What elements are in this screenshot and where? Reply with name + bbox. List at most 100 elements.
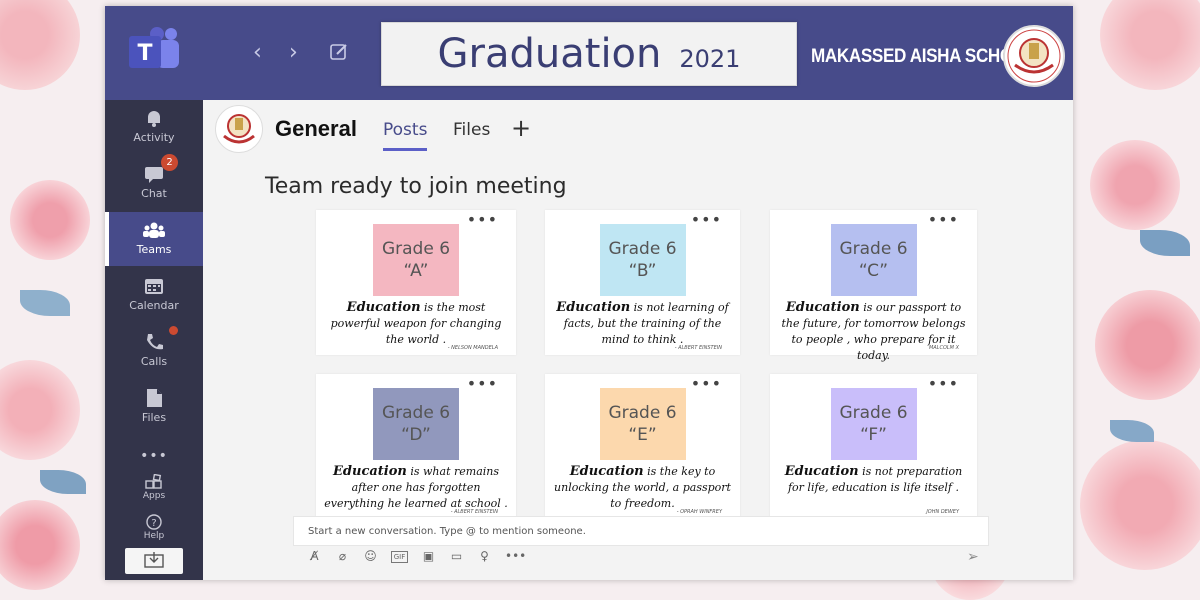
grade-card[interactable]: ••• Grade 6 “D” Education is what remains a… bbox=[316, 374, 516, 519]
card-more-icon[interactable]: ••• bbox=[691, 210, 722, 229]
add-tab-button[interactable]: + bbox=[511, 114, 531, 142]
grade-label-box: Grade 6 “D” bbox=[373, 388, 459, 460]
quote-author: - ALBERT EINSTEIN bbox=[450, 509, 498, 515]
phone-icon bbox=[147, 334, 163, 350]
grade-card[interactable]: ••• Grade 6 “F” Education is not preparatio… bbox=[770, 374, 977, 519]
title-bar: T ‹ › Graduation 2021 MAKASSED AISHA SCH… bbox=[105, 6, 1073, 100]
meeting-title: Team ready to join meeting bbox=[265, 174, 567, 199]
quote-lead: Education bbox=[785, 300, 860, 315]
grade-label-box: Grade 6 “F” bbox=[830, 388, 917, 460]
chat-badge: 2 bbox=[161, 154, 178, 171]
sidebar-item-label: Files bbox=[141, 411, 167, 424]
section-label: “B” bbox=[628, 261, 657, 281]
grade-label-box: Grade 6 “B” bbox=[599, 224, 686, 296]
sidebar-item-label: Activity bbox=[133, 131, 175, 144]
attach-icon[interactable]: ⌀ bbox=[335, 549, 350, 563]
sidebar-item-label: Teams bbox=[136, 243, 172, 256]
download-icon bbox=[144, 552, 164, 568]
app-rail: Activity 2 Chat Teams Calendar Calls Fil… bbox=[105, 100, 203, 580]
gif-icon[interactable]: GIF bbox=[391, 551, 408, 563]
praise-icon[interactable]: ♀ bbox=[477, 549, 492, 563]
compose-box[interactable]: Start a new conversation. Type @ to ment… bbox=[293, 516, 989, 546]
sidebar-item-chat[interactable]: 2 Chat bbox=[105, 154, 203, 210]
quote-author: JOHN DEWEY bbox=[926, 509, 959, 515]
quote-lead: Education bbox=[346, 300, 421, 315]
sidebar-item-label: Calendar bbox=[129, 299, 179, 312]
quote-lead: Education bbox=[556, 300, 631, 315]
card-more-icon[interactable]: ••• bbox=[928, 374, 959, 393]
bell-icon bbox=[148, 111, 160, 127]
sidebar-item-apps[interactable]: Apps bbox=[105, 470, 203, 510]
card-more-icon[interactable]: ••• bbox=[691, 374, 722, 393]
card-more-icon[interactable]: ••• bbox=[467, 374, 498, 393]
grade-label: Grade 6 bbox=[839, 403, 908, 423]
grade-label: Grade 6 bbox=[608, 403, 677, 423]
sidebar-item-label: Help bbox=[143, 531, 165, 541]
quote-author: - NELSON MANDELA bbox=[447, 345, 498, 351]
tab-files[interactable]: Files bbox=[453, 120, 490, 140]
compose-toolbar: A̸ ⌀ ☺ GIF ▣ ▭ ♀ ••• bbox=[307, 549, 526, 563]
quote-lead: Education bbox=[569, 464, 644, 479]
quote-author: MALCOLM X bbox=[928, 345, 959, 351]
calls-notification-dot bbox=[169, 326, 178, 335]
svg-text:?: ? bbox=[151, 518, 156, 529]
sidebar-item-label: Calls bbox=[140, 355, 168, 368]
title-box: Graduation 2021 bbox=[381, 22, 797, 86]
grade-label-box: Grade 6 “A” bbox=[373, 224, 459, 296]
sidebar-item-calendar[interactable]: Calendar bbox=[105, 268, 203, 322]
back-arrow-icon[interactable]: ‹ bbox=[253, 40, 262, 65]
quote-lead: Education bbox=[333, 464, 407, 479]
file-icon bbox=[147, 389, 162, 407]
channel-logo-icon bbox=[215, 105, 263, 153]
meet-now-icon[interactable]: ▭ bbox=[449, 549, 464, 563]
card-more-icon[interactable]: ••• bbox=[928, 210, 959, 229]
grade-label-box: Grade 6 “C” bbox=[830, 224, 917, 296]
grade-label: Grade 6 bbox=[608, 239, 677, 259]
grade-label: Grade 6 bbox=[381, 403, 451, 423]
grade-card[interactable]: ••• Grade 6 “B” Education is not learning o… bbox=[545, 210, 740, 355]
teams-logo-icon: T bbox=[129, 27, 179, 68]
send-icon[interactable]: ➢ bbox=[967, 549, 979, 565]
channel-name: General bbox=[275, 116, 357, 141]
quote-text: Education is not preparation for life, e… bbox=[776, 464, 971, 496]
quote-text: Education is the key to unlocking the wo… bbox=[551, 464, 734, 512]
more-apps-button[interactable]: ••• bbox=[105, 448, 203, 468]
sticker-icon[interactable]: ▣ bbox=[421, 549, 436, 563]
teams-window: T ‹ › Graduation 2021 MAKASSED AISHA SCH… bbox=[105, 6, 1073, 580]
format-icon[interactable]: A̸ bbox=[307, 549, 322, 563]
help-icon: ? bbox=[146, 514, 162, 530]
grade-label: Grade 6 bbox=[839, 239, 908, 259]
calendar-icon bbox=[145, 279, 163, 294]
quote-text: Education is not learning of facts, but … bbox=[551, 300, 734, 348]
grade-card[interactable]: ••• Grade 6 “C” Education is our passport t… bbox=[770, 210, 977, 362]
card-more-icon[interactable]: ••• bbox=[467, 210, 498, 229]
sidebar-item-help[interactable]: ? Help bbox=[105, 510, 203, 550]
more-options-icon[interactable]: ••• bbox=[505, 549, 526, 563]
download-app-button[interactable] bbox=[125, 548, 183, 574]
sidebar-item-label: Chat bbox=[141, 187, 167, 200]
title-year: 2021 bbox=[679, 45, 741, 73]
page-title: Graduation bbox=[437, 31, 662, 77]
section-label: “C” bbox=[858, 261, 889, 281]
apps-icon bbox=[145, 474, 162, 489]
svg-text:T: T bbox=[137, 41, 152, 66]
compose-icon[interactable] bbox=[329, 42, 349, 62]
compose-placeholder: Start a new conversation. Type @ to ment… bbox=[308, 526, 586, 537]
grade-card[interactable]: ••• Grade 6 “A” Education is the most power… bbox=[316, 210, 516, 355]
section-label: “F” bbox=[860, 425, 887, 445]
grade-label: Grade 6 bbox=[381, 239, 451, 259]
tab-posts[interactable]: Posts bbox=[383, 120, 428, 151]
sidebar-item-activity[interactable]: Activity bbox=[105, 100, 203, 154]
quote-author: - ALBERT EINSTEIN bbox=[674, 345, 722, 351]
sidebar-item-files[interactable]: Files bbox=[105, 380, 203, 434]
section-label: “D” bbox=[401, 425, 431, 445]
emoji-icon[interactable]: ☺ bbox=[363, 549, 378, 563]
forward-arrow-icon[interactable]: › bbox=[289, 40, 298, 65]
sidebar-item-teams[interactable]: Teams bbox=[105, 212, 203, 266]
quote-lead: Education bbox=[784, 464, 859, 479]
sidebar-item-calls[interactable]: Calls bbox=[105, 324, 203, 378]
section-label: “A” bbox=[403, 261, 429, 281]
channel-header: General Posts Files + bbox=[203, 100, 1073, 158]
grade-card[interactable]: ••• Grade 6 “E” Education is the key to unl… bbox=[545, 374, 740, 519]
quote-text: Education is the most powerful weapon fo… bbox=[322, 300, 510, 348]
